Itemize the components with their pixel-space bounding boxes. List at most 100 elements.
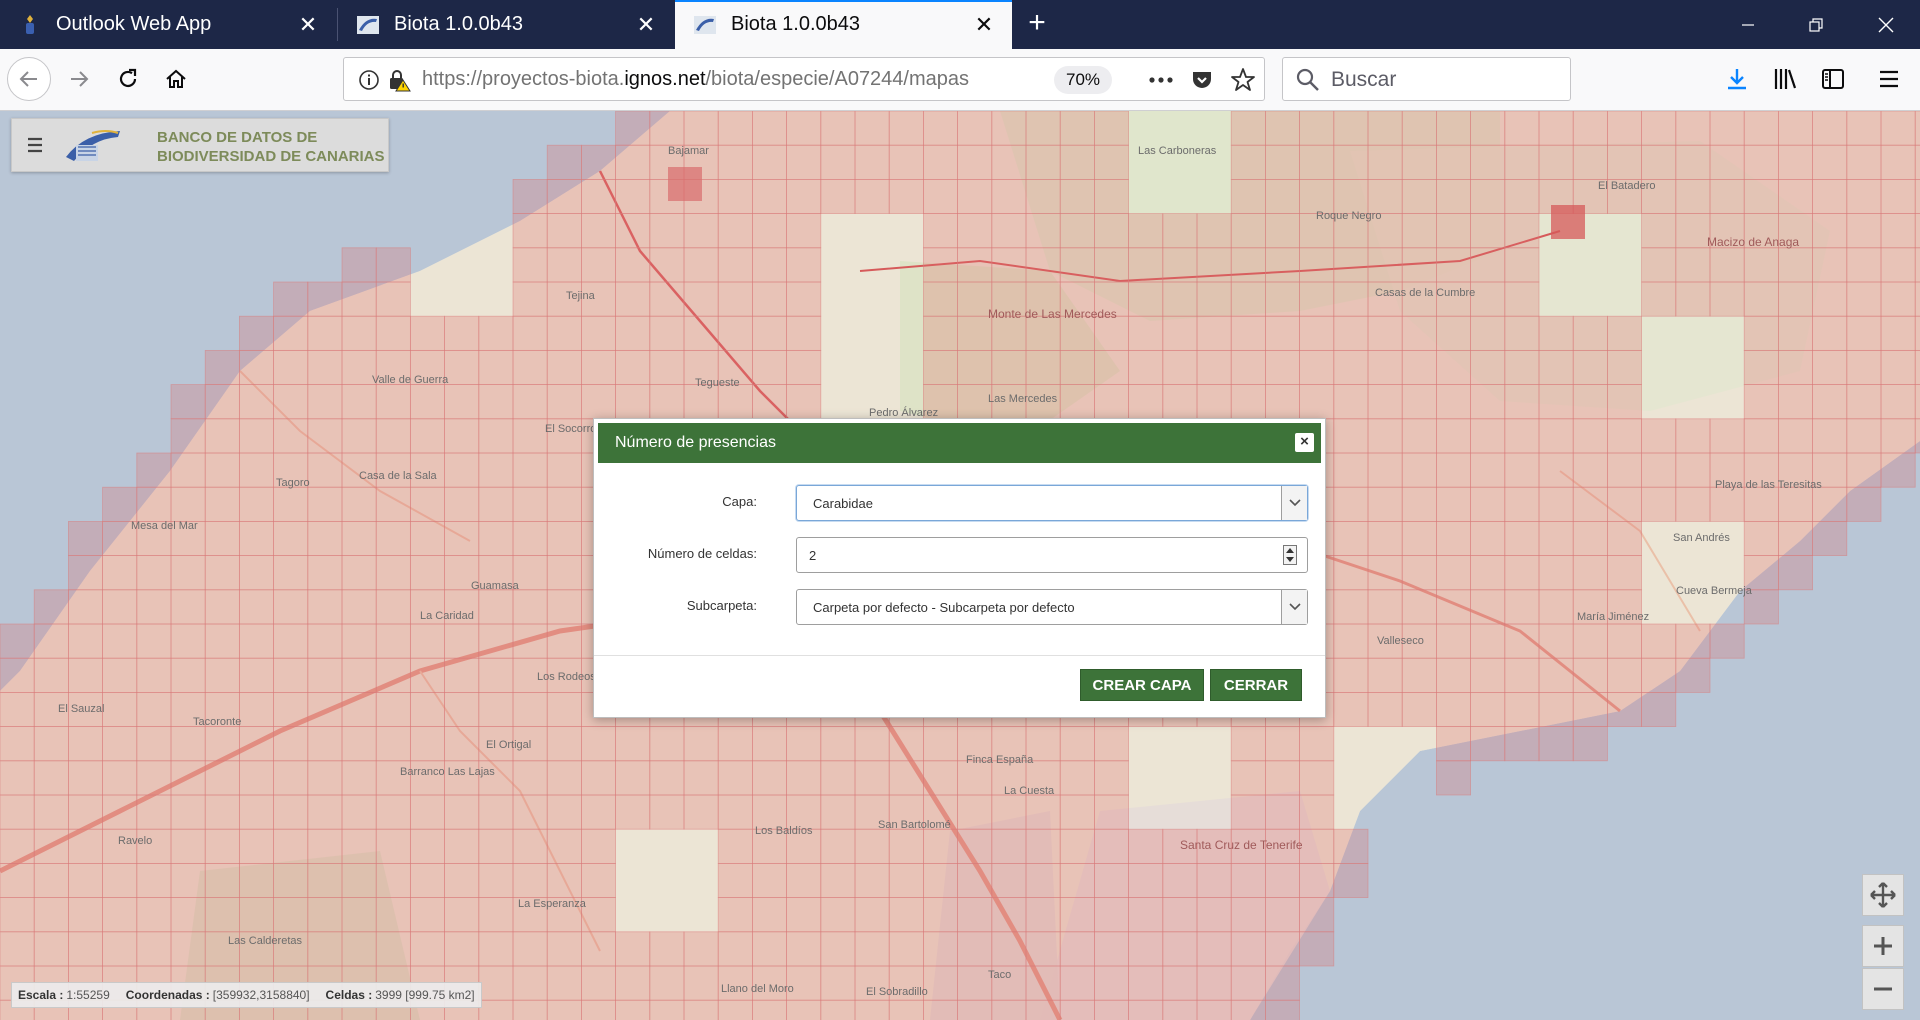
grid-cell	[957, 281, 993, 317]
close-icon[interactable]: ✕	[964, 12, 1004, 38]
scale-value: 1:55259	[66, 988, 110, 1002]
dialog-close-button[interactable]: ×	[1295, 433, 1314, 452]
grid-cell	[238, 623, 274, 659]
grid-cell	[1743, 247, 1779, 283]
map-place-label: La Caridad	[420, 610, 474, 622]
library-button[interactable]	[1763, 57, 1807, 101]
crear-capa-button[interactable]: CREAR CAPA	[1080, 669, 1204, 701]
grid-cell	[68, 863, 104, 899]
grid-cell	[1333, 384, 1369, 420]
grid-cell	[307, 931, 343, 967]
grid-cell	[1333, 247, 1369, 283]
grid-cell	[1094, 794, 1130, 830]
grid-cell	[820, 863, 856, 899]
url-bar[interactable]: https://proyectos-biota.ignos.net/biota/…	[343, 57, 1265, 101]
spinner-icon[interactable]	[1283, 545, 1297, 565]
close-icon[interactable]: ✕	[626, 12, 666, 38]
grid-cell	[1025, 897, 1061, 933]
grid-cell	[1059, 794, 1095, 830]
grid-cell	[1230, 897, 1266, 933]
grid-cell	[957, 179, 993, 215]
zoom-level-button[interactable]: 70%	[1054, 66, 1112, 94]
menu-button[interactable]	[1867, 57, 1911, 101]
grid-cell	[444, 418, 480, 454]
pocket-icon[interactable]	[1190, 68, 1214, 92]
tab-biota-1[interactable]: Biota 1.0.0b43 ✕	[338, 0, 674, 49]
zoom-in-button[interactable]	[1862, 925, 1904, 967]
grid-cell	[615, 144, 651, 180]
subcarpeta-select[interactable]: Carpeta por defecto - Subcarpeta por def…	[796, 589, 1308, 625]
grid-cell	[1401, 315, 1437, 351]
restore-icon[interactable]	[1782, 0, 1850, 49]
grid-cell	[1128, 315, 1164, 351]
grid-cell	[546, 760, 582, 796]
close-icon[interactable]: ✕	[288, 12, 328, 38]
grid-cell	[581, 213, 617, 249]
search-input[interactable]: Buscar	[1331, 68, 1396, 92]
grid-cell	[238, 657, 274, 693]
home-button[interactable]	[154, 57, 198, 101]
window-close-icon[interactable]	[1852, 0, 1920, 49]
minimize-icon[interactable]	[1714, 0, 1782, 49]
info-icon[interactable]	[358, 69, 380, 91]
reload-button[interactable]	[106, 57, 150, 101]
grid-cell	[581, 247, 617, 283]
grid-cell	[649, 349, 685, 385]
grid-cell	[512, 828, 548, 864]
more-icon[interactable]	[1147, 70, 1175, 90]
grid-cell	[1162, 897, 1198, 933]
hamburger-menu-icon[interactable]	[26, 136, 48, 154]
grid-cell	[820, 726, 856, 762]
insecure-lock-icon[interactable]	[387, 68, 411, 92]
grid-cell	[512, 418, 548, 454]
sidebar-button[interactable]	[1811, 57, 1855, 101]
grid-cell	[1880, 111, 1916, 146]
grid-cell	[1538, 555, 1574, 591]
grid-cell	[512, 349, 548, 385]
map-place-label: María Jiménez	[1577, 611, 1650, 623]
grid-cell	[717, 281, 753, 317]
grid-cell	[409, 931, 445, 967]
cerrar-button[interactable]: CERRAR	[1210, 669, 1302, 701]
grid-cell	[1265, 931, 1301, 967]
search-bar[interactable]: Buscar	[1282, 57, 1571, 101]
tab-biota-2[interactable]: Biota 1.0.0b43 ✕	[675, 0, 1012, 49]
zoom-out-button[interactable]	[1862, 968, 1904, 1010]
new-tab-button[interactable]: +	[1020, 0, 1054, 49]
grid-cell	[1230, 179, 1266, 215]
grid-cell	[1367, 111, 1403, 146]
grid-cell	[1265, 213, 1301, 249]
grid-cell	[1094, 897, 1130, 933]
back-button[interactable]	[7, 57, 51, 101]
chevron-down-icon[interactable]	[1281, 590, 1307, 624]
grid-cell	[546, 349, 582, 385]
tab-outlook[interactable]: Outlook Web App ✕	[0, 0, 336, 49]
grid-cell	[341, 486, 377, 522]
grid-cell	[786, 179, 822, 215]
grid-cell	[1128, 965, 1164, 1001]
grid-cell	[1880, 418, 1916, 454]
downloads-button[interactable]	[1715, 57, 1759, 101]
grid-cell	[615, 213, 651, 249]
forward-button[interactable]	[57, 57, 101, 101]
celdas-number-input[interactable]: 2	[796, 537, 1308, 573]
capa-select[interactable]: Carabidae	[796, 485, 1308, 521]
grid-cell	[1538, 623, 1574, 659]
grid-cell	[752, 726, 788, 762]
grid-cell	[1812, 281, 1848, 317]
grid-cell	[1436, 213, 1472, 249]
grid-cell	[717, 111, 753, 146]
grid-cell	[375, 863, 411, 899]
grid-cell	[512, 760, 548, 796]
grid-cell	[1470, 555, 1506, 591]
pan-button[interactable]	[1862, 874, 1904, 916]
star-icon[interactable]	[1230, 67, 1256, 93]
chevron-down-icon[interactable]	[1281, 486, 1307, 520]
grid-cell	[717, 760, 753, 796]
grid-cell	[1914, 179, 1920, 215]
grid-cell	[957, 247, 993, 283]
grid-cell	[1436, 589, 1472, 625]
grid-cell	[1846, 349, 1882, 385]
grid-cell	[1675, 623, 1711, 659]
grid-cell	[786, 213, 822, 249]
